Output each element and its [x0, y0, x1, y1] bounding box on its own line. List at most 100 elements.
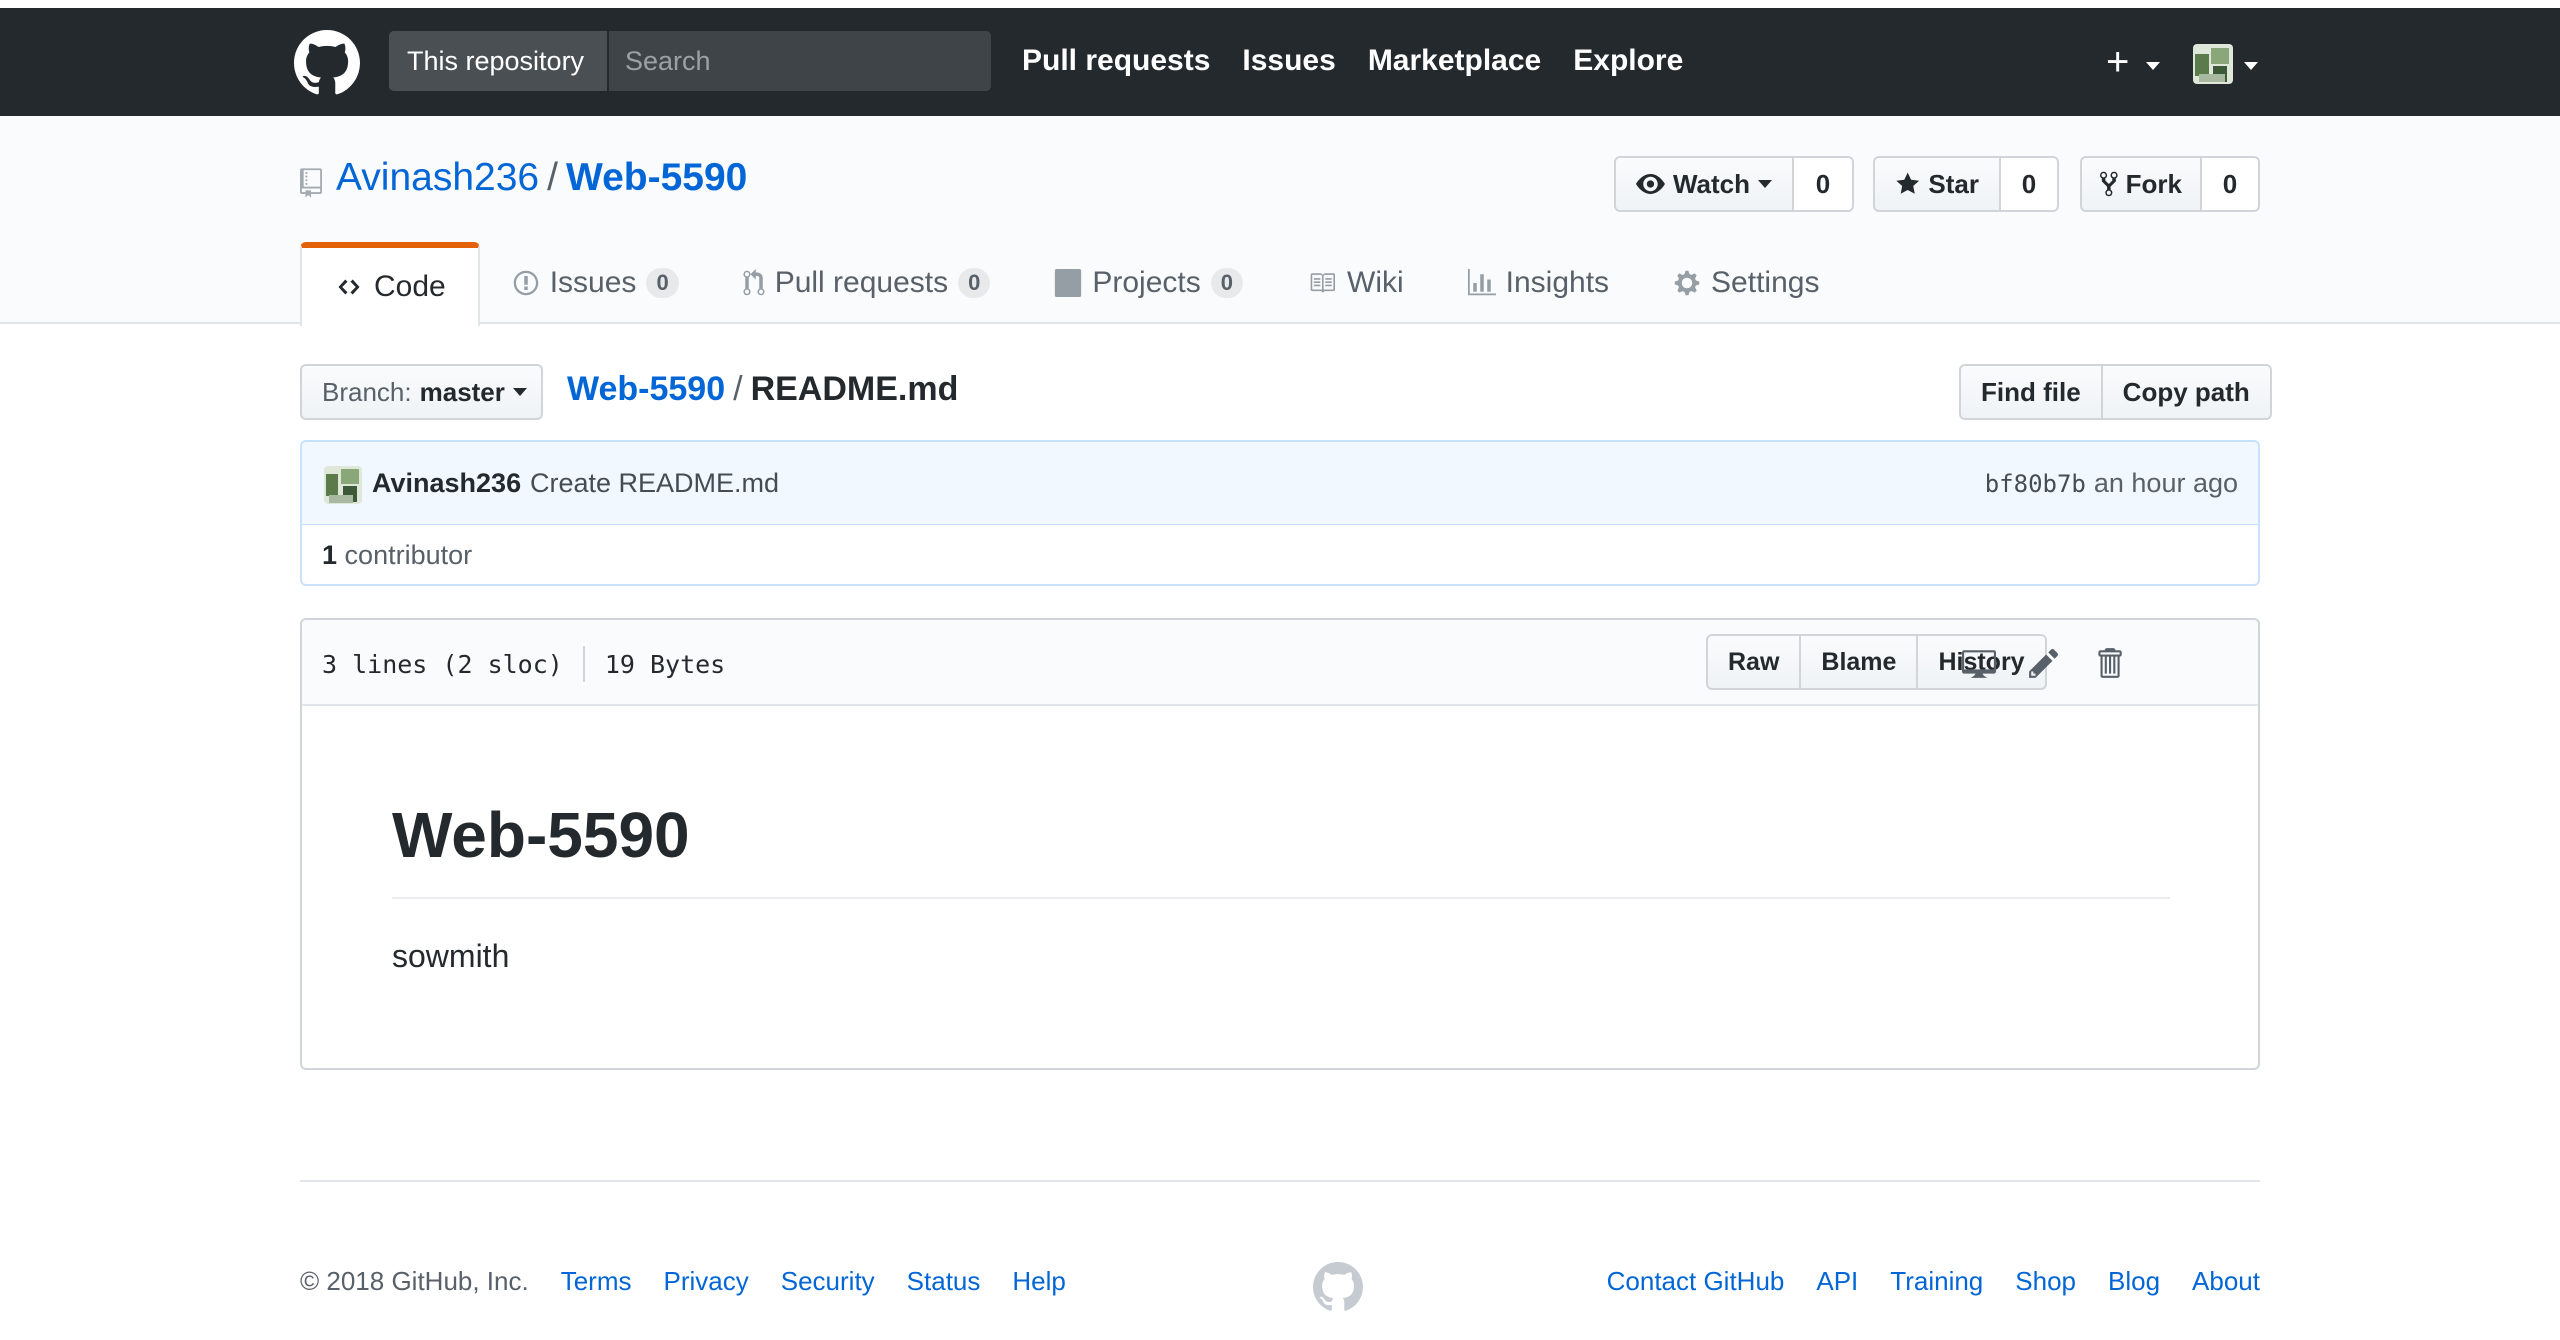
project-icon — [1055, 269, 1082, 297]
footer-link-blog[interactable]: Blog — [2108, 1266, 2160, 1297]
branch-caret-icon — [512, 388, 527, 396]
footer-link-status[interactable]: Status — [907, 1266, 981, 1297]
star-group: Star 0 — [1873, 156, 2059, 212]
nav-explore[interactable]: Explore — [1573, 31, 1683, 91]
raw-button[interactable]: Raw — [1706, 634, 1802, 690]
search-scope[interactable]: This repository — [389, 31, 609, 91]
tab-issues[interactable]: Issues 0 — [480, 242, 711, 324]
footer-divider — [300, 1180, 2260, 1182]
commit-time: an hour ago — [2093, 468, 2238, 498]
copy-path-button[interactable]: Copy path — [2102, 364, 2272, 420]
breadcrumb-separator: / — [733, 370, 743, 408]
watch-count[interactable]: 0 — [1794, 156, 1854, 212]
nav-issues[interactable]: Issues — [1242, 31, 1335, 91]
tab-insights[interactable]: Insights — [1436, 242, 1641, 324]
commit-author-avatar[interactable] — [324, 466, 362, 504]
tab-settings-label: Settings — [1711, 266, 1820, 299]
global-header: This repository Pull requests Issues Mar… — [0, 8, 2560, 116]
watch-caret-icon — [1758, 180, 1772, 188]
footer-link-api[interactable]: API — [1816, 1266, 1858, 1297]
contributors-label: contributor — [344, 540, 473, 570]
commit-tease: Avinash236 Create README.md bf80b7b an h… — [300, 440, 2260, 526]
file-size: 19 Bytes — [604, 649, 726, 679]
commit-meta: bf80b7b an hour ago — [1985, 468, 2238, 499]
footer-link-training[interactable]: Training — [1890, 1266, 1983, 1297]
readme-paragraph: sowmith — [392, 938, 510, 974]
repo-header: Avinash236/Web-5590 Watch 0 Star 0 Fork … — [0, 116, 2560, 326]
readme-heading-rule — [392, 897, 2170, 899]
footer-link-shop[interactable]: Shop — [2015, 1266, 2076, 1297]
file-lines: 3 lines (2 sloc) — [322, 649, 563, 679]
tab-projects[interactable]: Projects 0 — [1022, 242, 1275, 324]
readme-heading: Web-5590 — [392, 799, 690, 871]
avatar-dropdown-caret-icon[interactable] — [2244, 62, 2258, 70]
tab-wiki[interactable]: Wiki — [1275, 242, 1436, 324]
star-button[interactable]: Star — [1873, 156, 2001, 212]
git-pull-request-icon — [743, 269, 765, 296]
tab-settings[interactable]: Settings — [1641, 242, 1851, 324]
footer-link-contact[interactable]: Contact GitHub — [1607, 1266, 1785, 1297]
commit-message-link[interactable]: Create README.md — [530, 468, 779, 499]
star-label: Star — [1928, 168, 1979, 199]
star-count[interactable]: 0 — [2001, 156, 2059, 212]
user-avatar[interactable] — [2193, 44, 2233, 84]
plus-dropdown-caret-icon[interactable] — [2146, 62, 2160, 70]
tab-code-label: Code — [374, 270, 446, 303]
star-icon — [1896, 172, 1920, 194]
footer-link-privacy[interactable]: Privacy — [664, 1266, 749, 1297]
fork-button[interactable]: Fork — [2080, 156, 2202, 212]
footer-link-help[interactable]: Help — [1012, 1266, 1065, 1297]
find-file-button[interactable]: Find file — [1959, 364, 2103, 420]
code-icon — [338, 279, 360, 295]
branch-name: master — [419, 376, 505, 407]
file-header: 3 lines (2 sloc) 19 Bytes Raw Blame Hist… — [302, 620, 2258, 706]
tab-projects-counter: 0 — [1210, 268, 1243, 298]
eye-icon — [1636, 174, 1665, 194]
tab-pull-requests[interactable]: Pull requests 0 — [711, 242, 1023, 324]
github-mark-icon[interactable] — [1313, 1262, 1363, 1312]
repo-owner-link[interactable]: Avinash236 — [336, 156, 539, 199]
repo-forked-icon — [2100, 171, 2118, 197]
file-info: 3 lines (2 sloc) 19 Bytes — [322, 646, 725, 682]
footer-link-terms[interactable]: Terms — [561, 1266, 632, 1297]
repo-tabs: Code Issues 0 Pull requests 0 Projects 0… — [300, 242, 1851, 326]
file-nav-buttons: Find file Copy path — [1959, 364, 2272, 420]
repo-icon — [300, 168, 322, 198]
tab-issues-label: Issues — [549, 266, 637, 299]
file-box: 3 lines (2 sloc) 19 Bytes Raw Blame Hist… — [300, 618, 2260, 1070]
nav-pull-requests[interactable]: Pull requests — [1022, 31, 1210, 91]
pencil-icon[interactable] — [2027, 646, 2061, 680]
commit-author-link[interactable]: Avinash236 — [372, 468, 521, 499]
branch-prefix: Branch: — [322, 376, 412, 407]
fork-label: Fork — [2125, 168, 2182, 199]
desktop-icon[interactable] — [1962, 646, 1996, 680]
repo-name-link[interactable]: Web-5590 — [566, 156, 747, 199]
tab-wiki-label: Wiki — [1347, 266, 1404, 299]
breadcrumb: Web-5590/README.md — [567, 370, 958, 409]
footer-link-security[interactable]: Security — [781, 1266, 875, 1297]
create-new-plus-icon[interactable]: + — [2106, 42, 2129, 82]
breadcrumb-repo-link[interactable]: Web-5590 — [567, 370, 725, 408]
watch-label: Watch — [1672, 168, 1750, 199]
graph-icon — [1467, 269, 1496, 296]
fork-group: Fork 0 — [2080, 156, 2260, 212]
fork-count[interactable]: 0 — [2202, 156, 2260, 212]
search-box: This repository — [389, 31, 991, 91]
book-icon — [1310, 273, 1335, 293]
tab-pull-requests-label: Pull requests — [774, 266, 949, 299]
tab-code[interactable]: Code — [300, 242, 480, 326]
nav-marketplace[interactable]: Marketplace — [1368, 31, 1541, 91]
top-strip — [0, 0, 2560, 8]
trashcan-icon[interactable] — [2092, 646, 2126, 680]
commit-sha-link[interactable]: bf80b7b — [1985, 470, 2086, 498]
contributors-bar[interactable]: 1 contributor — [300, 524, 2260, 586]
footer-link-about[interactable]: About — [2192, 1266, 2260, 1297]
blame-button[interactable]: Blame — [1801, 634, 1919, 690]
branch-select-button[interactable]: Branch: master — [300, 364, 543, 420]
header-nav: Pull requests Issues Marketplace Explore — [1022, 31, 1683, 91]
watch-button[interactable]: Watch — [1614, 156, 1794, 212]
github-logo-icon[interactable] — [294, 30, 360, 96]
gear-icon — [1674, 270, 1700, 296]
footer-right: Contact GitHub API Training Shop Blog Ab… — [1607, 1266, 2260, 1297]
search-input[interactable] — [609, 31, 991, 91]
